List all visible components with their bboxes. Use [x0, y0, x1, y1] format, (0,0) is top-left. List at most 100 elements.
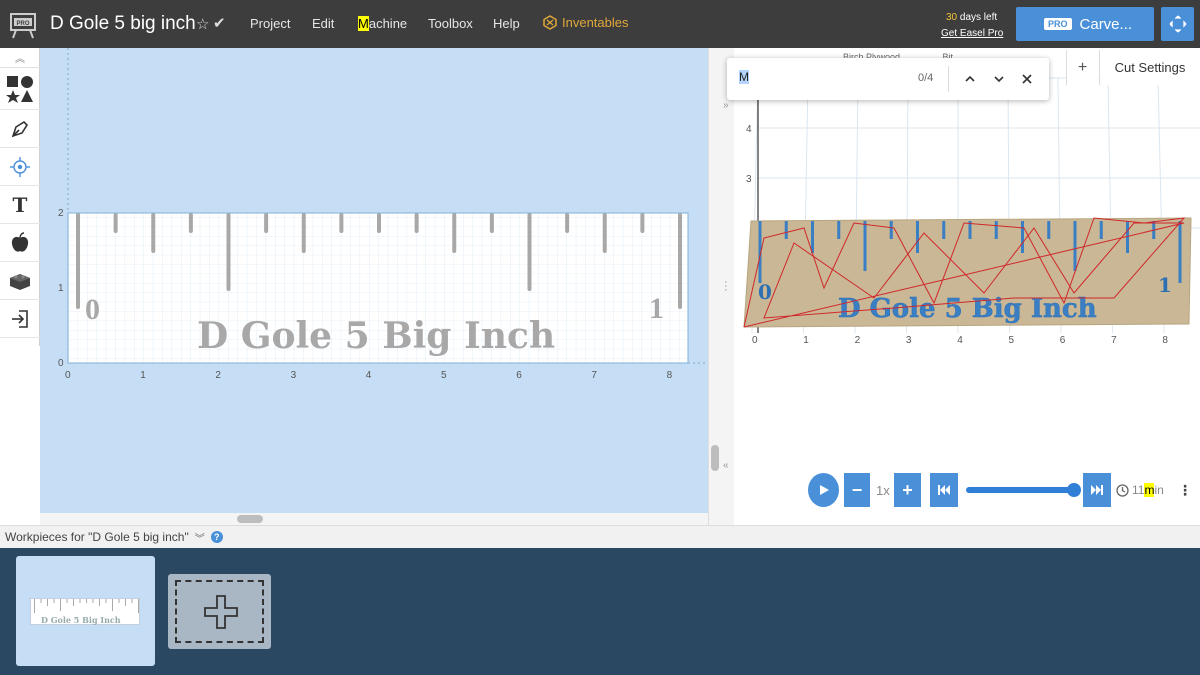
easel-pro-logo-icon[interactable]: PRO [8, 8, 38, 40]
carve-button[interactable]: PRO Carve... [1016, 7, 1154, 41]
chevron-down-icon [994, 76, 1004, 83]
pen-tool[interactable] [0, 110, 40, 148]
ruler-tick[interactable] [452, 213, 457, 253]
horizontal-scrollbar[interactable] [40, 513, 708, 525]
horizontal-scroll-thumb[interactable] [237, 515, 263, 523]
ruler-tick[interactable] [264, 213, 269, 233]
menu-inventables[interactable]: Inventables [543, 15, 629, 30]
progress-knob[interactable] [1067, 483, 1081, 497]
menu-machine[interactable]: Machine [358, 16, 407, 31]
ruler-tick[interactable] [527, 213, 532, 291]
star-icon[interactable]: ☆ [196, 15, 209, 33]
y-axis-tick-label: 0 [58, 358, 64, 369]
play-button[interactable] [808, 473, 839, 507]
workpiece-thumbnail[interactable]: D Gole 5 Big Inch [16, 556, 155, 666]
skip-back-icon [938, 485, 950, 495]
panel-divider[interactable]: » · · · « [708, 48, 734, 525]
x-axis-tick-label: 4 [366, 370, 372, 381]
document-title[interactable]: D Gole 5 big inch [50, 13, 196, 35]
menu-project[interactable]: Project [250, 16, 290, 31]
design-canvas[interactable]: 0 1 D Gole 5 Big Inch 012345678012 inch … [40, 48, 708, 513]
ruler-tick[interactable] [489, 213, 494, 233]
help-icon[interactable]: ? [210, 531, 223, 543]
find-input[interactable]: M [739, 70, 899, 84]
menu-machine-label: achine [368, 16, 408, 31]
ruler-tick[interactable] [339, 213, 344, 233]
ruler-tick[interactable] [640, 213, 645, 233]
shapes-tool[interactable] [0, 68, 40, 110]
play-icon [819, 485, 829, 495]
thumbnail-tick [34, 599, 35, 613]
chevron-down-icon[interactable]: ︾ [195, 530, 205, 545]
skip-end-button[interactable] [1083, 473, 1111, 507]
ruler-tick[interactable] [602, 213, 607, 253]
fullscreen-expand-button[interactable] [1161, 7, 1194, 41]
workpieces-header: Workpieces for "D Gole 5 big inch" ︾ ? [0, 525, 1200, 548]
carve-preview[interactable]: 0 1 D Gole 5 Big Inch 01234567834 [734, 48, 1200, 525]
y-axis-tick-label: 2 [58, 208, 64, 219]
trial-days-left: 30 days left [946, 12, 997, 23]
ruler-tick[interactable] [565, 213, 570, 233]
more-options-icon[interactable]: ⋮ [1178, 482, 1192, 499]
vertical-scroll-thumb[interactable] [711, 445, 719, 471]
preview-x-tick-label: 0 [752, 335, 758, 346]
collapse-preview-icon[interactable]: » [723, 100, 729, 111]
ruler-label-zero[interactable]: 0 [85, 293, 100, 326]
preview-ruler-tick [837, 221, 841, 239]
thumbnail-tick [79, 599, 81, 603]
parts-library-tool[interactable] [0, 262, 40, 300]
text-tool[interactable]: T [0, 186, 40, 224]
inventables-hex-icon [543, 15, 557, 30]
ruler-tick[interactable] [414, 213, 419, 233]
point-tool[interactable] [0, 148, 40, 186]
left-toolbar: ︽ T [0, 48, 40, 346]
ruler-tick[interactable] [377, 213, 381, 233]
preview-ruler-tick [811, 221, 814, 253]
preview-ruler-tick [863, 221, 867, 271]
ruler-text[interactable]: D Gole 5 Big Inch [197, 315, 555, 357]
progress-track[interactable] [966, 487, 1074, 493]
find-next-button[interactable] [990, 70, 1008, 88]
ruler-tick[interactable] [76, 213, 80, 309]
ruler-label-one[interactable]: 1 [649, 292, 664, 325]
find-close-button[interactable] [1018, 70, 1036, 88]
expand-design-icon[interactable]: « [723, 460, 729, 471]
ruler-tick[interactable] [226, 213, 231, 291]
add-material-button[interactable]: + [1066, 50, 1098, 85]
menu-toolbox[interactable]: Toolbox [428, 16, 473, 31]
ruler-tick[interactable] [678, 213, 682, 309]
x-axis-tick-label: 7 [591, 370, 597, 381]
drag-handle-icon[interactable]: · · · [724, 277, 728, 296]
preview-ruler-tick [1099, 221, 1103, 239]
thumbnail-tick [112, 599, 113, 611]
x-axis-tick-label: 0 [65, 370, 71, 381]
ruler-tick[interactable] [113, 213, 118, 233]
import-tool[interactable] [0, 300, 40, 338]
thumbnail-tick [60, 599, 61, 611]
ruler-tick[interactable] [188, 213, 193, 233]
preview-ruler-tick [1047, 221, 1051, 239]
ruler-tick[interactable] [151, 213, 156, 253]
preview-ruler-tick [784, 221, 788, 239]
get-easel-pro-link[interactable]: Get Easel Pro [941, 28, 1003, 39]
find-previous-button[interactable] [961, 70, 979, 88]
preview-y-tick-label: 4 [746, 124, 752, 135]
thumbnail-tick [125, 599, 126, 606]
menu-edit[interactable]: Edit [312, 16, 334, 31]
preview-y-tick-label: 3 [746, 174, 752, 185]
time-highlight: m [1144, 483, 1155, 497]
skip-start-button[interactable] [930, 473, 958, 507]
speed-down-button[interactable]: − [844, 473, 870, 507]
apps-tool[interactable] [0, 224, 40, 262]
thumbnail-tick [73, 599, 74, 606]
thumbnail-tick [53, 599, 55, 603]
speed-up-button[interactable]: + [894, 473, 921, 507]
menu-help[interactable]: Help [493, 16, 520, 31]
add-workpiece-button[interactable] [168, 574, 271, 649]
ruler-tick[interactable] [301, 213, 306, 253]
x-axis-tick-label: 3 [291, 370, 297, 381]
collapse-toolbar-icon[interactable]: ︽ [0, 48, 40, 68]
preview-x-tick-label: 6 [1060, 335, 1066, 346]
skip-forward-icon [1091, 485, 1103, 495]
cut-settings-button[interactable]: Cut Settings [1099, 50, 1200, 85]
